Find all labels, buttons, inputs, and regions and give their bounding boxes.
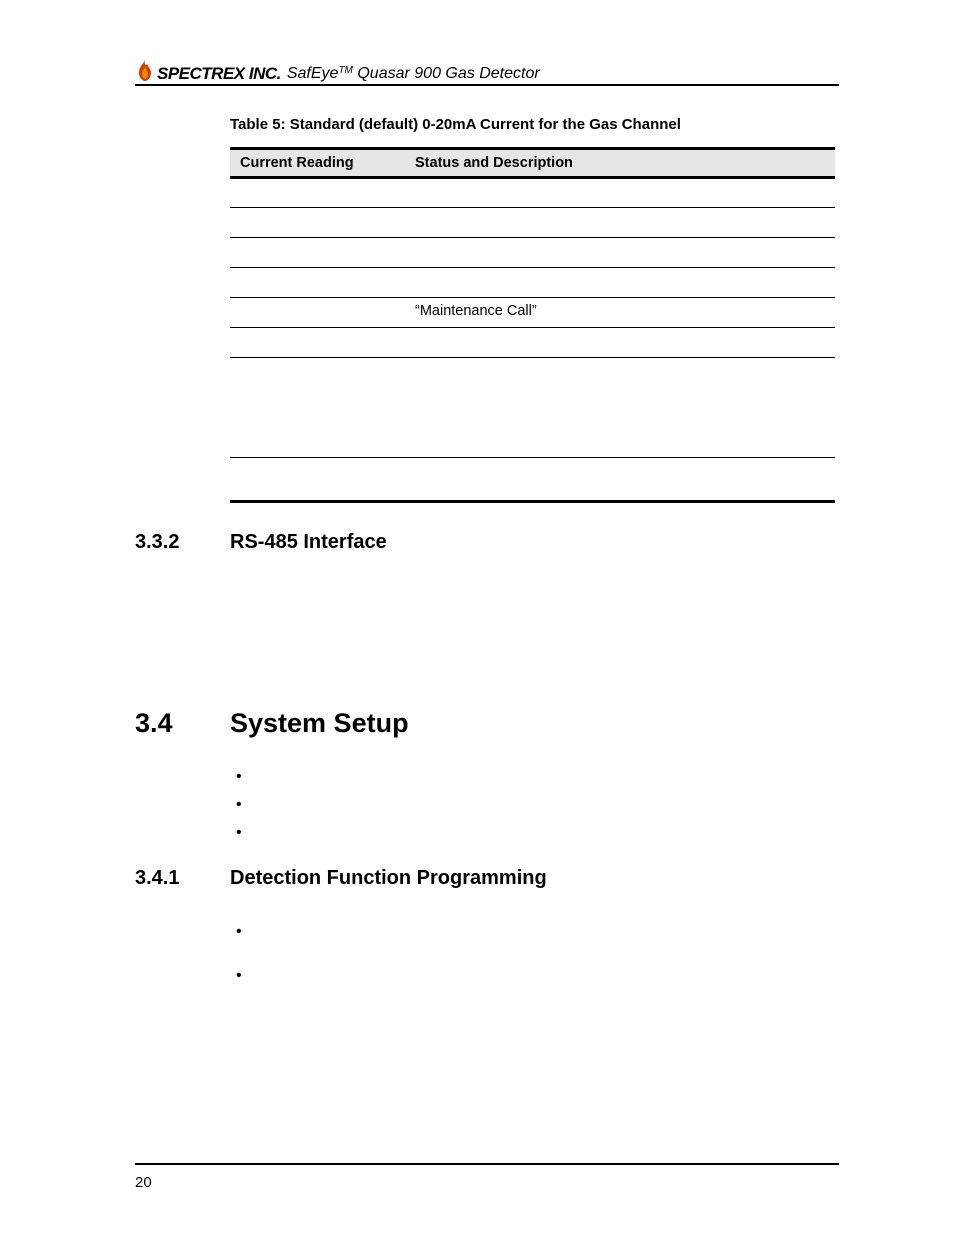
cell-status xyxy=(405,208,835,238)
page-header: SPECTREX INC. SafEyeTM Quasar 900 Gas De… xyxy=(135,60,839,86)
section-title: System Setup xyxy=(230,708,409,739)
table-row: “Maintenance Call” xyxy=(230,298,835,328)
doc-title: SafEyeTM Quasar 900 Gas Detector xyxy=(287,66,540,82)
list-item xyxy=(230,924,839,968)
section-number: 3.3.2 xyxy=(135,531,230,554)
cell-status xyxy=(405,178,835,208)
detection-function-bullets xyxy=(230,924,839,1012)
footer-rule xyxy=(135,1163,839,1165)
list-item xyxy=(230,769,839,797)
cell-status xyxy=(405,458,835,502)
title-prefix: SafEye xyxy=(287,65,339,82)
gas-channel-table: Current Reading Status and Description “… xyxy=(230,147,835,503)
cell-status xyxy=(405,328,835,358)
list-item xyxy=(230,797,839,825)
section-3-4-1: 3.4.1 Detection Function Programming xyxy=(135,867,839,890)
brand-text: SPECTREX INC. xyxy=(157,65,281,82)
flame-icon xyxy=(135,60,155,82)
table-row xyxy=(230,328,835,358)
table-row xyxy=(230,358,835,458)
section-number: 3.4.1 xyxy=(135,867,230,890)
table-row xyxy=(230,238,835,268)
title-tm: TM xyxy=(338,65,352,76)
cell-status xyxy=(405,238,835,268)
cell-reading xyxy=(230,328,405,358)
brand-logo: SPECTREX INC. xyxy=(135,60,281,82)
cell-status xyxy=(405,358,835,458)
cell-reading xyxy=(230,458,405,502)
cell-reading xyxy=(230,298,405,328)
table-caption: Table 5: Standard (default) 0-20mA Curre… xyxy=(230,116,839,133)
page-number: 20 xyxy=(135,1174,152,1191)
table-row xyxy=(230,208,835,238)
system-setup-bullets xyxy=(230,769,839,853)
section-title: Detection Function Programming xyxy=(230,867,547,890)
cell-reading xyxy=(230,358,405,458)
section-number: 3.4 xyxy=(135,708,230,739)
cell-status xyxy=(405,268,835,298)
section-3-4: 3.4 System Setup xyxy=(135,708,839,739)
cell-reading xyxy=(230,238,405,268)
table-row xyxy=(230,178,835,208)
table-row xyxy=(230,458,835,502)
cell-reading xyxy=(230,268,405,298)
section-3-3-2: 3.3.2 RS-485 Interface xyxy=(135,531,839,554)
cell-reading xyxy=(230,208,405,238)
list-item xyxy=(230,825,839,853)
table-row xyxy=(230,268,835,298)
cell-reading xyxy=(230,178,405,208)
cell-status: “Maintenance Call” xyxy=(405,298,835,328)
section-title: RS-485 Interface xyxy=(230,531,387,554)
title-rest: Quasar 900 Gas Detector xyxy=(353,65,540,82)
col-header-status: Status and Description xyxy=(405,149,835,178)
list-item xyxy=(230,968,839,1012)
col-header-reading: Current Reading xyxy=(230,149,405,178)
